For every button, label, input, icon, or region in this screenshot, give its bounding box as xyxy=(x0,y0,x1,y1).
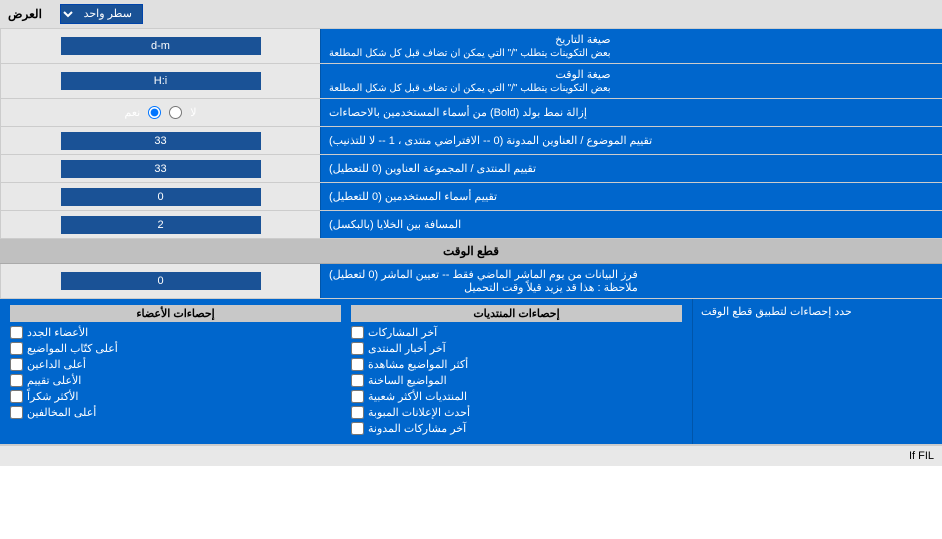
bold-remove-input-wrap: لا نعم xyxy=(0,99,320,126)
forum-addr-input[interactable] xyxy=(61,160,261,178)
col2-item-5-checkbox[interactable] xyxy=(10,406,23,419)
col1-item-0-checkbox[interactable] xyxy=(351,326,364,339)
bold-no-radio[interactable] xyxy=(169,106,182,119)
bold-radio-group: لا نعم xyxy=(117,104,205,121)
col2-item-1-checkbox[interactable] xyxy=(10,342,23,355)
time-format-input-wrap xyxy=(0,64,320,98)
col2-item-4-checkbox[interactable] xyxy=(10,390,23,403)
col1-item-4-checkbox[interactable] xyxy=(351,390,364,403)
bold-no-label: لا xyxy=(190,106,196,119)
list-item: آخر مشاركات المدونة xyxy=(351,422,682,435)
date-format-row: صيغة التاريخ بعض التكوينات يتطلب "/" الت… xyxy=(0,29,942,64)
user-names-input[interactable] xyxy=(61,188,261,206)
gap-input[interactable] xyxy=(61,216,261,234)
list-item: أكثر المواضيع مشاهدة xyxy=(351,358,682,371)
cutoff-label: فرز البيانات من يوم الماشر الماضي فقط --… xyxy=(320,264,942,298)
bold-yes-radio[interactable] xyxy=(148,106,161,119)
list-item: أعلى كتّاب المواضيع xyxy=(10,342,341,355)
topic-addr-input[interactable] xyxy=(61,132,261,150)
bold-yes-label: نعم xyxy=(125,106,141,119)
forum-addr-input-wrap xyxy=(0,155,320,182)
user-names-label: تقييم أسماء المستخدمين (0 للتعطيل) xyxy=(320,183,942,210)
list-item: أعلى المخالفين xyxy=(10,406,341,419)
user-names-input-wrap xyxy=(0,183,320,210)
topic-addr-input-wrap xyxy=(0,127,320,154)
stats-apply-label: حدد إحصاءات لتطبيق قطع الوقت xyxy=(692,299,942,444)
time-format-row: صيغة الوقت بعض التكوينات يتطلب "/" التي … xyxy=(0,64,942,99)
user-names-row: تقييم أسماء المستخدمين (0 للتعطيل) xyxy=(0,183,942,211)
if-fil-text: If FIL xyxy=(909,450,934,462)
col2-item-0-checkbox[interactable] xyxy=(10,326,23,339)
col2-header: إحصاءات الأعضاء xyxy=(10,305,341,322)
col2: إحصاءات الأعضاء الأعضاء الجدد أعلى كتّاب… xyxy=(10,305,341,438)
top-row-label: العرض xyxy=(8,7,42,21)
list-item: الأعلى تقييم xyxy=(10,374,341,387)
col2-item-2-checkbox[interactable] xyxy=(10,358,23,371)
col1-header: إحصاءات المنتديات xyxy=(351,305,682,322)
if-fil-row: If FIL xyxy=(0,445,942,466)
time-format-label: صيغة الوقت بعض التكوينات يتطلب "/" التي … xyxy=(320,64,942,98)
gap-input-wrap xyxy=(0,211,320,238)
cutoff-row: فرز البيانات من يوم الماشر الماضي فقط --… xyxy=(0,264,942,299)
time-format-input[interactable] xyxy=(61,72,261,90)
col1-item-2-checkbox[interactable] xyxy=(351,358,364,371)
list-item: الأكثر شكراً xyxy=(10,390,341,403)
list-item: أعلى الداعين xyxy=(10,358,341,371)
gap-label: المسافة بين الخلايا (بالبكسل) xyxy=(320,211,942,238)
forum-addr-label: تقييم المنتدى / المجموعة العناوين (0 للت… xyxy=(320,155,942,182)
col1: إحصاءات المنتديات آخر المشاركات آخر أخبا… xyxy=(351,305,682,438)
col1-item-3-checkbox[interactable] xyxy=(351,374,364,387)
list-item: المنتديات الأكثر شعبية xyxy=(351,390,682,403)
top-row: سطر واحد العرض xyxy=(0,0,942,29)
bold-remove-label: إزالة نمط بولد (Bold) من أسماء المستخدمي… xyxy=(320,99,942,126)
list-item: المواضيع الساخنة xyxy=(351,374,682,387)
topic-addr-row: تقييم الموضوع / العناوين المدونة (0 -- ا… xyxy=(0,127,942,155)
checkbox-columns: إحصاءات المنتديات آخر المشاركات آخر أخبا… xyxy=(10,305,682,438)
topic-addr-label: تقييم الموضوع / العناوين المدونة (0 -- ا… xyxy=(320,127,942,154)
col2-item-3-checkbox[interactable] xyxy=(10,374,23,387)
gap-row: المسافة بين الخلايا (بالبكسل) xyxy=(0,211,942,239)
col1-item-1-checkbox[interactable] xyxy=(351,342,364,355)
stats-row: حدد إحصاءات لتطبيق قطع الوقت إحصاءات الم… xyxy=(0,299,942,445)
date-format-input[interactable] xyxy=(61,37,261,55)
cutoff-section-header: قطع الوقت xyxy=(0,239,942,264)
bold-remove-row: إزالة نمط بولد (Bold) من أسماء المستخدمي… xyxy=(0,99,942,127)
main-container: سطر واحد العرض صيغة التاريخ بعض التكوينا… xyxy=(0,0,942,466)
list-item: آخر أخبار المنتدى xyxy=(351,342,682,355)
forum-addr-row: تقييم المنتدى / المجموعة العناوين (0 للت… xyxy=(0,155,942,183)
col1-item-5-checkbox[interactable] xyxy=(351,406,364,419)
list-item: آخر المشاركات xyxy=(351,326,682,339)
cutoff-input-wrap xyxy=(0,264,320,298)
stats-checkboxes: إحصاءات المنتديات آخر المشاركات آخر أخبا… xyxy=(0,299,692,444)
display-select[interactable]: سطر واحد xyxy=(60,4,143,24)
list-item: أحدث الإعلانات المبوبة xyxy=(351,406,682,419)
date-format-label: صيغة التاريخ بعض التكوينات يتطلب "/" الت… xyxy=(320,29,942,63)
cutoff-input[interactable] xyxy=(61,272,261,290)
col1-item-6-checkbox[interactable] xyxy=(351,422,364,435)
list-item: الأعضاء الجدد xyxy=(10,326,341,339)
date-format-input-wrap xyxy=(0,29,320,63)
